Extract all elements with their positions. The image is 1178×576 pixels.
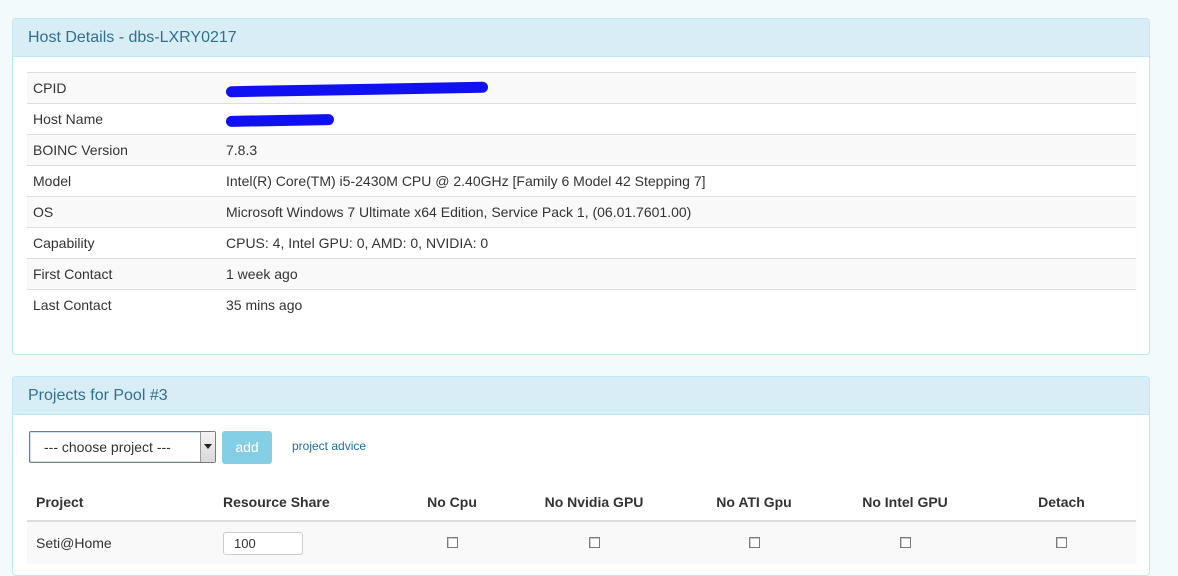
no-cpu-cell xyxy=(401,521,503,564)
no-ati-gpu-checkbox[interactable] xyxy=(748,537,760,548)
table-row: CPID xyxy=(27,72,1136,104)
column-header-no-nvidia-gpu: No Nvidia GPU xyxy=(503,484,685,522)
column-header-no-ati-gpu: No ATI Gpu xyxy=(685,484,823,522)
first-contact-label: First Contact xyxy=(27,258,220,290)
column-header-project: Project xyxy=(27,484,214,522)
projects-panel: Projects for Pool #3 --- choose project … xyxy=(12,376,1150,576)
column-header-detach: Detach xyxy=(987,484,1136,522)
column-header-resource-share: Resource Share xyxy=(214,484,401,522)
project-name: Seti@Home xyxy=(27,521,214,564)
table-row: Last Contact 35 mins ago xyxy=(27,289,1136,320)
no-intel-gpu-cell xyxy=(823,521,987,564)
table-header-row: Project Resource Share No Cpu No Nvidia … xyxy=(27,484,1136,522)
table-row: Seti@Home 100 xyxy=(27,521,1136,564)
host-details-title: Host Details - dbs-LXRY0217 xyxy=(13,19,1149,57)
cpid-label: CPID xyxy=(27,72,220,104)
table-row: Model Intel(R) Core(TM) i5-2430M CPU @ 2… xyxy=(27,165,1136,197)
project-advice-link[interactable]: project advice xyxy=(292,431,366,461)
capability-label: Capability xyxy=(27,227,220,259)
first-contact-value: 1 week ago xyxy=(220,258,1136,290)
column-header-no-intel-gpu: No Intel GPU xyxy=(823,484,987,522)
table-row: OS Microsoft Windows 7 Ultimate x64 Edit… xyxy=(27,196,1136,228)
projects-title: Projects for Pool #3 xyxy=(13,377,1149,415)
no-ati-gpu-cell xyxy=(685,521,823,564)
add-button[interactable]: add xyxy=(222,431,272,464)
table-row: Host Name xyxy=(27,103,1136,135)
host-name-value xyxy=(220,103,1136,135)
column-header-no-cpu: No Cpu xyxy=(401,484,503,522)
choose-project-select[interactable]: --- choose project --- xyxy=(29,431,216,463)
no-cpu-checkbox[interactable] xyxy=(446,537,458,548)
cpid-value xyxy=(220,72,1136,104)
capability-value: CPUS: 4, Intel GPU: 0, AMD: 0, NVIDIA: 0 xyxy=(220,227,1136,259)
host-details-panel: Host Details - dbs-LXRY0217 CPID Host Na… xyxy=(12,18,1150,355)
last-contact-label: Last Contact xyxy=(27,289,220,320)
table-row: First Contact 1 week ago xyxy=(27,258,1136,290)
chevron-down-icon[interactable] xyxy=(200,432,215,462)
detach-checkbox[interactable] xyxy=(1056,537,1067,548)
boinc-version-value: 7.8.3 xyxy=(220,134,1136,166)
resource-share-input[interactable]: 100 xyxy=(223,531,303,555)
detach-cell xyxy=(987,521,1136,564)
last-contact-value: 35 mins ago xyxy=(220,289,1136,320)
host-details-table: CPID Host Name BOINC Version 7.8.3 Model… xyxy=(27,72,1136,320)
os-value: Microsoft Windows 7 Ultimate x64 Edition… xyxy=(220,196,1136,228)
table-row: BOINC Version 7.8.3 xyxy=(27,134,1136,166)
project-controls: --- choose project --- add project advic… xyxy=(29,431,729,465)
os-label: OS xyxy=(27,196,220,228)
projects-table: Project Resource Share No Cpu No Nvidia … xyxy=(27,484,1136,564)
boinc-version-label: BOINC Version xyxy=(27,134,220,166)
model-label: Model xyxy=(27,165,220,197)
redaction-mark xyxy=(226,81,488,98)
table-row: Capability CPUS: 4, Intel GPU: 0, AMD: 0… xyxy=(27,227,1136,259)
host-name-label: Host Name xyxy=(27,103,220,135)
redaction-mark xyxy=(226,113,334,127)
no-nvidia-gpu-cell xyxy=(503,521,685,564)
model-value: Intel(R) Core(TM) i5-2430M CPU @ 2.40GHz… xyxy=(220,165,1136,197)
no-nvidia-gpu-checkbox[interactable] xyxy=(588,537,600,548)
select-value: --- choose project --- xyxy=(44,439,171,455)
resource-share-cell: 100 xyxy=(214,521,401,564)
no-intel-gpu-checkbox[interactable] xyxy=(899,537,911,548)
